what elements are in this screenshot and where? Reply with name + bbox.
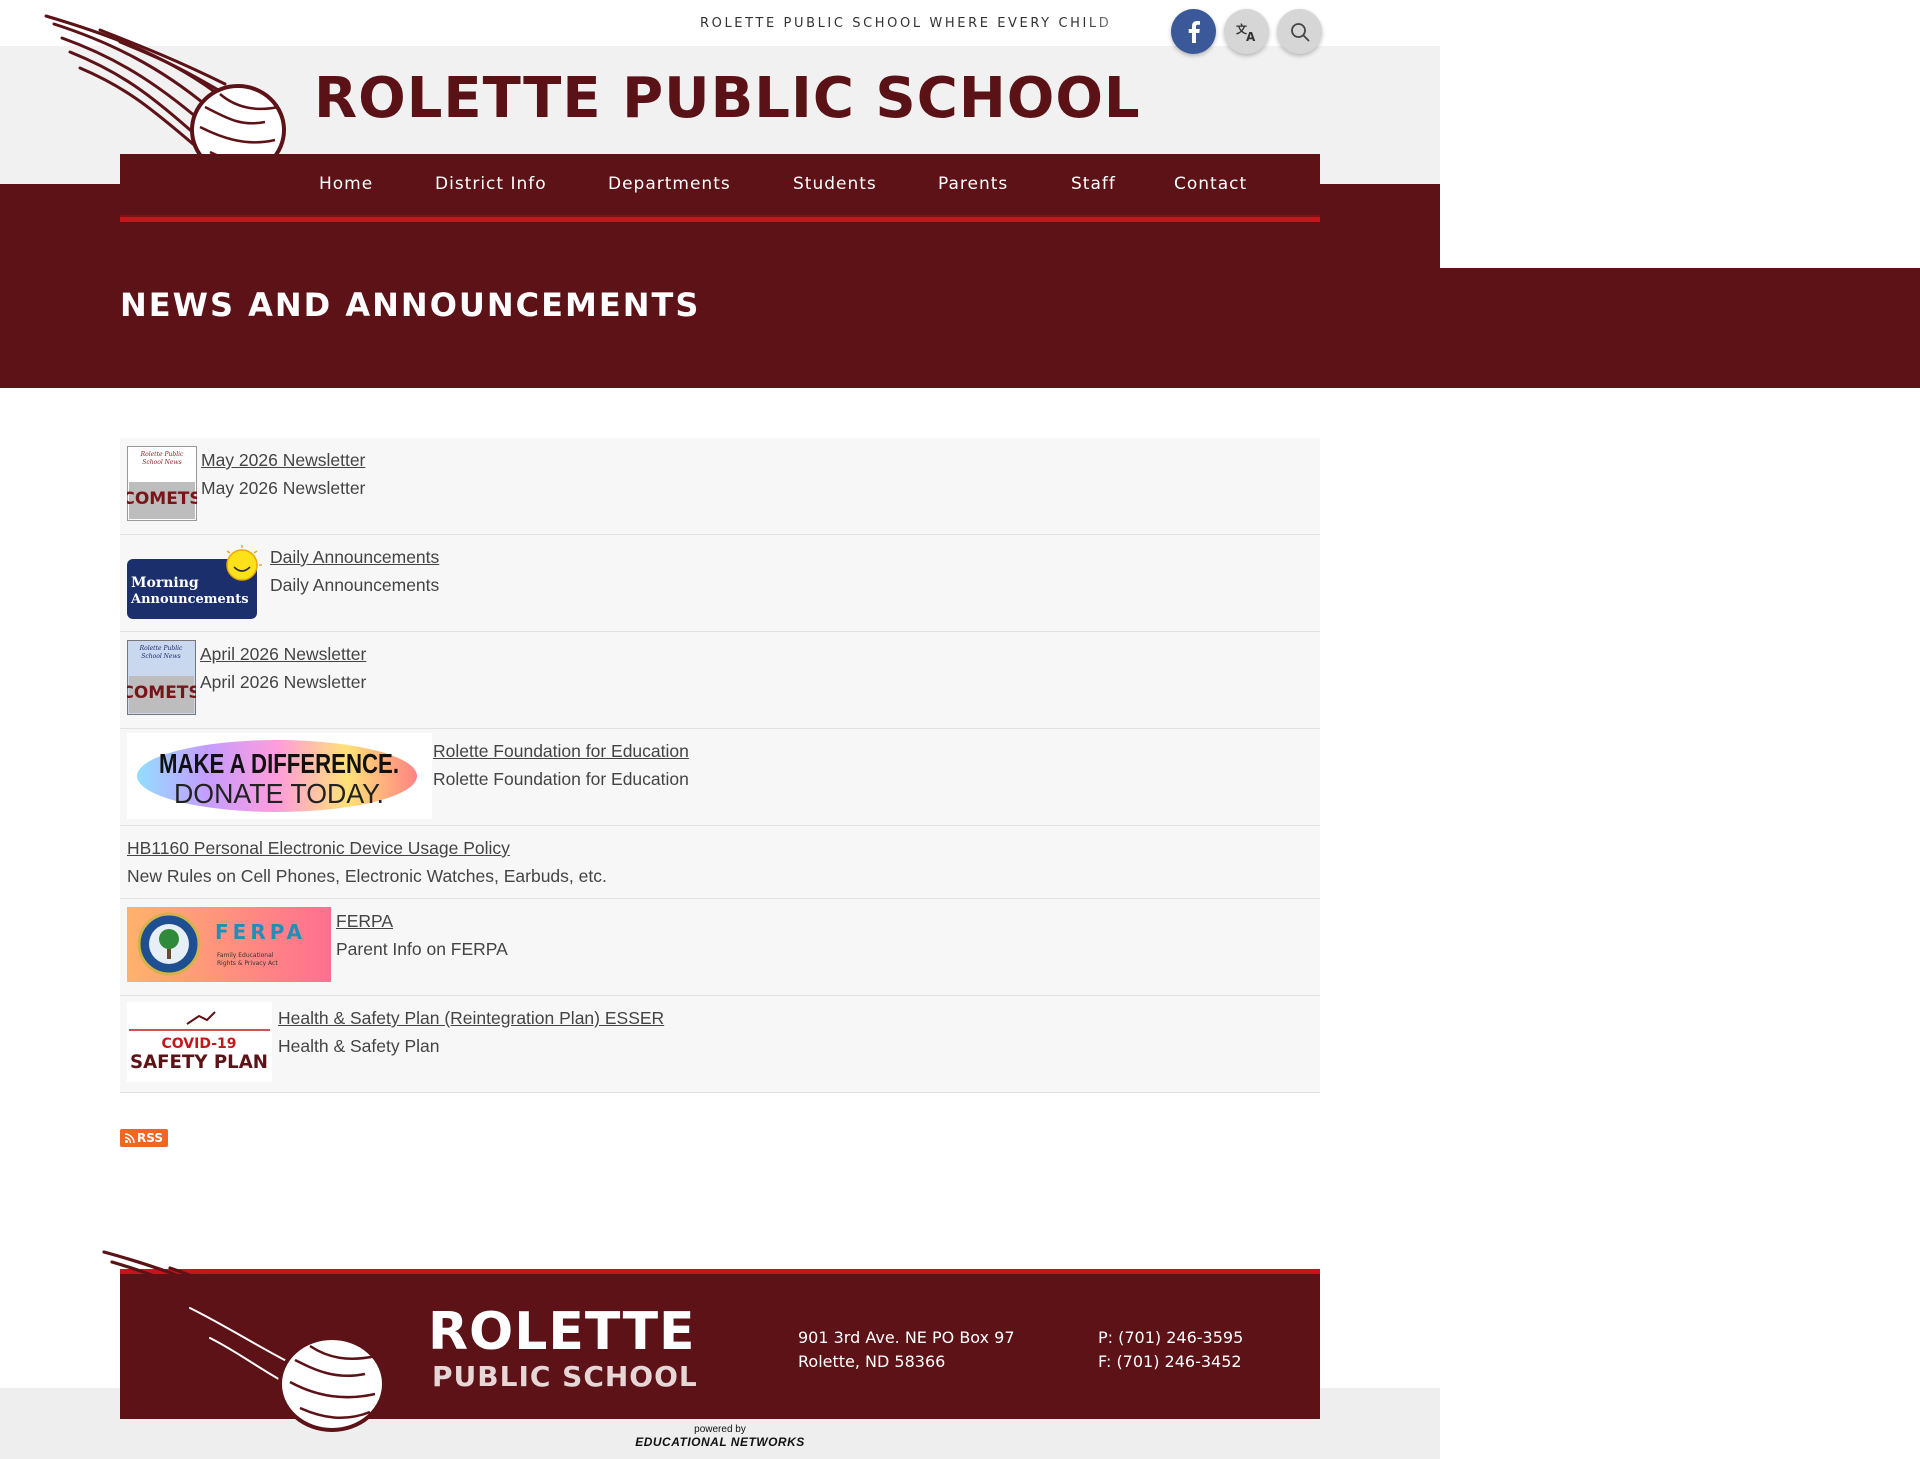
announcements-thumbnail[interactable]: Morning Announcements [127, 545, 265, 621]
nav-contact[interactable]: Contact [1174, 174, 1247, 194]
news-title-link[interactable]: May 2026 Newsletter [201, 446, 365, 474]
search-icon [1290, 22, 1309, 41]
footer-school-subtitle: PUBLIC SCHOOL [432, 1360, 698, 1393]
nav-district-info[interactable]: District Info [435, 174, 547, 194]
svg-text:Rights & Privacy Act: Rights & Privacy Act [217, 960, 278, 967]
news-title-link[interactable]: FERPA [336, 907, 508, 935]
news-item: Morning Announcements Daily Announcement… [120, 535, 1320, 632]
main-nav: Home District Info Departments Students … [120, 154, 1320, 222]
provider-name: EDUCATIONAL NETWORKS [635, 1435, 805, 1449]
footer-fax: F: (701) 246-3452 [1098, 1352, 1242, 1371]
donate-thumbnail[interactable]: MAKE A DIFFERENCE. DONATE TODAY. [127, 733, 432, 819]
news-title-link[interactable]: Rolette Foundation for Education [433, 737, 689, 765]
translate-button[interactable]: 文 A [1224, 9, 1269, 54]
translate-icon: 文 A [1236, 22, 1256, 42]
rss-button[interactable]: RSS [120, 1129, 168, 1147]
facebook-button[interactable] [1171, 9, 1216, 54]
page-title: NEWS AND ANNOUNCEMENTS [120, 286, 701, 324]
footer-phone[interactable]: P: (701) 246-3595 [1098, 1328, 1243, 1347]
news-item: HB1160 Personal Electronic Device Usage … [120, 826, 1320, 899]
newsletter-thumbnail[interactable]: Rolette Public School News COMETS [127, 640, 196, 715]
svg-text:SAFETY PLAN: SAFETY PLAN [130, 1051, 268, 1073]
news-description: Health & Safety Plan [278, 1036, 440, 1056]
newsletter-thumbnail[interactable]: Rolette Public School News COMETS [127, 446, 197, 521]
nav-students[interactable]: Students [793, 174, 877, 194]
nav-departments[interactable]: Departments [608, 174, 731, 194]
powered-by-badge[interactable]: powered by EDUCATIONAL NETWORKS [630, 1424, 810, 1449]
svg-text:School News: School News [141, 653, 180, 660]
nav-accent-line [120, 215, 1320, 222]
rss-label: RSS [137, 1131, 163, 1145]
news-description: April 2026 Newsletter [200, 672, 367, 692]
news-title-link[interactable]: Daily Announcements [270, 543, 439, 571]
svg-text:A: A [1246, 30, 1256, 42]
svg-text:FERPA: FERPA [215, 920, 306, 944]
footer-comet-logo[interactable] [100, 1248, 390, 1434]
news-title-link[interactable]: HB1160 Personal Electronic Device Usage … [127, 834, 607, 862]
footer-address-line1: 901 3rd Ave. NE PO Box 97 [798, 1328, 1015, 1347]
svg-text:DONATE TODAY.: DONATE TODAY. [174, 778, 384, 809]
hero-band-right [1440, 268, 1920, 388]
news-title-link[interactable]: April 2026 Newsletter [200, 640, 366, 668]
covid-plan-thumbnail[interactable]: COVID-19 SAFETY PLAN [127, 1002, 272, 1082]
svg-text:School News: School News [142, 459, 181, 466]
svg-text:Rolette Public: Rolette Public [139, 645, 183, 652]
news-item: Rolette Public School News COMETS April … [120, 632, 1320, 729]
news-description: May 2026 Newsletter [201, 478, 366, 498]
svg-text:COMETS: COMETS [127, 489, 197, 509]
school-title[interactable]: ROLETTE PUBLIC SCHOOL [314, 66, 1141, 131]
news-title-link[interactable]: Health & Safety Plan (Reintegration Plan… [278, 1004, 664, 1032]
nav-home[interactable]: Home [319, 174, 373, 194]
svg-text:Announcements: Announcements [130, 592, 249, 607]
header-tagline: ROLETTE PUBLIC SCHOOL WHERE EVERY CHILD … [700, 16, 1110, 31]
rss-icon [125, 1133, 135, 1143]
news-item: Rolette Public School News COMETS May 20… [120, 438, 1320, 535]
news-description: Daily Announcements [270, 575, 440, 595]
ferpa-thumbnail[interactable]: FERPA Family Educational Rights & Privac… [127, 907, 331, 982]
news-item: FERPA Family Educational Rights & Privac… [120, 899, 1320, 996]
svg-text:Morning: Morning [131, 575, 199, 591]
nav-staff[interactable]: Staff [1071, 174, 1116, 194]
svg-text:Rolette Public: Rolette Public [140, 451, 184, 458]
news-description: Rolette Foundation for Education [433, 769, 689, 789]
search-button[interactable] [1277, 9, 1322, 54]
svg-text:Family Educational: Family Educational [217, 952, 274, 959]
svg-text:COMETS: COMETS [127, 683, 196, 703]
powered-by-label: powered by [694, 1424, 746, 1435]
comet-logo[interactable] [40, 12, 290, 177]
news-item: MAKE A DIFFERENCE. DONATE TODAY. Rolette… [120, 729, 1320, 826]
footer-school-name: ROLETTE [428, 1302, 696, 1362]
svg-text:MAKE A DIFFERENCE.: MAKE A DIFFERENCE. [159, 748, 399, 779]
news-description: New Rules on Cell Phones, Electronic Wat… [127, 866, 607, 886]
news-description: Parent Info on FERPA [336, 939, 508, 959]
facebook-icon [1188, 20, 1200, 43]
svg-text:COVID-19: COVID-19 [161, 1036, 236, 1052]
footer-address-line2: Rolette, ND 58366 [798, 1352, 946, 1371]
news-item: COVID-19 SAFETY PLAN Health & Safety Pla… [120, 996, 1320, 1093]
nav-parents[interactable]: Parents [938, 174, 1008, 194]
